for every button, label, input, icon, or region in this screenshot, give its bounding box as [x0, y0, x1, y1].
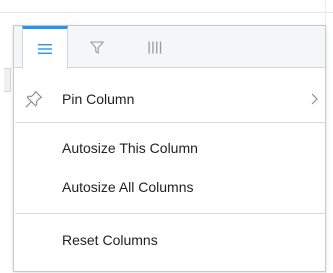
menu-item-pin-column[interactable]: Pin Column — [14, 81, 325, 117]
tab-general[interactable] — [22, 26, 68, 69]
column-menu-tab-bar — [14, 26, 325, 69]
grid-column-resize-handle[interactable] — [4, 68, 11, 92]
menu-separator — [15, 122, 325, 123]
tab-columns[interactable] — [132, 26, 178, 68]
menu-item-label: Autosize All Columns — [62, 179, 194, 195]
menu-item-label: Reset Columns — [62, 232, 158, 248]
filter-funnel-icon — [90, 40, 104, 54]
column-menu: Pin Column Autosize This Column Autosize… — [13, 25, 326, 272]
grid-header-edge — [0, 0, 333, 13]
pin-icon — [25, 90, 43, 108]
menu-item-reset-columns[interactable]: Reset Columns — [14, 222, 325, 258]
columns-bars-icon — [148, 41, 162, 53]
chevron-right-icon — [311, 93, 318, 105]
menu-item-autosize-this-column[interactable]: Autosize This Column — [14, 130, 325, 166]
menu-lines-icon — [38, 44, 52, 54]
menu-item-label: Pin Column — [62, 91, 135, 107]
tab-filter[interactable] — [74, 26, 120, 68]
menu-separator — [15, 213, 325, 214]
menu-item-label: Autosize This Column — [62, 140, 198, 156]
menu-item-autosize-all-columns[interactable]: Autosize All Columns — [14, 169, 325, 205]
page: Pin Column Autosize This Column Autosize… — [0, 0, 333, 273]
